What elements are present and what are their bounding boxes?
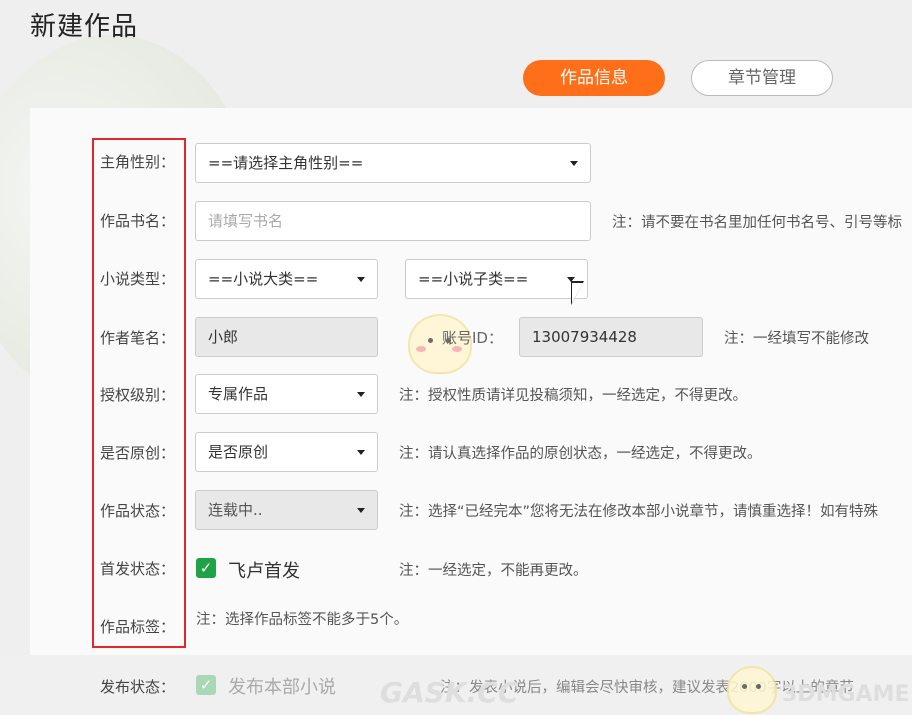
sub-category-value: ==小说子类== [418,270,529,288]
account-id-value: 13007934428 [532,328,637,346]
account-id-field: 13007934428 [519,317,703,357]
book-name-placeholder: 请填写书名 [208,212,284,230]
label-publish: 发布状态： [100,678,176,696]
license-value: 专属作品 [208,385,269,403]
book-name-input[interactable]: 请填写书名 [195,201,591,241]
book-name-note: 注：请不要在书名里加任何书名号、引号等标 [612,215,902,231]
page-title: 新建作品 [30,12,139,42]
mascot-eye [742,684,747,689]
main-category-value: ==小说大类== [208,270,319,288]
chevron-down-icon [357,277,365,282]
pen-name-field: 小郎 [195,317,378,357]
label-highlight-box [92,138,186,648]
watermark-logo: GASK.CC [380,676,519,709]
publish-label: 发布本部小说 [228,677,336,698]
first-publish-checkbox[interactable]: ✓ [196,558,216,578]
mascot-eye [428,338,433,343]
checkmark-icon: ✓ [199,559,213,577]
mascot-eye [756,684,761,689]
checkmark-icon: ✓ [199,676,213,694]
mouse-cursor-fill [572,283,583,303]
chevron-down-icon [570,161,578,166]
mascot-blush [416,346,426,352]
chevron-down-icon [357,392,365,397]
tab-work-info[interactable]: 作品信息 [523,60,665,96]
pen-name-note: 注：一经填写不能修改 [724,331,869,347]
original-select[interactable]: 是否原创 [195,432,378,472]
gender-select-value: ==请选择主角性别== [208,154,364,172]
watermark-logo: 3DMGAME [782,682,910,707]
publish-checkbox[interactable]: ✓ [196,675,216,695]
first-publish-label: 飞卢首发 [228,561,300,582]
pen-name-value: 小郎 [208,328,239,346]
sub-category-select[interactable]: ==小说子类== [405,259,588,299]
first-publish-note: 注：一经选定，不能再更改。 [399,563,588,579]
original-note: 注：请认真选择作品的原创状态，一经选定，不得更改。 [399,446,762,462]
status-select[interactable]: 连载中.. [195,490,378,530]
gender-select[interactable]: ==请选择主角性别== [195,143,591,183]
account-id-label: 账号ID： [442,329,503,347]
original-value: 是否原创 [208,443,269,461]
license-note: 注：授权性质请详见投稿须知，一经选定，不得更改。 [399,388,747,404]
main-category-select[interactable]: ==小说大类== [195,259,378,299]
status-value: 连载中.. [208,501,263,519]
chevron-down-icon [357,450,365,455]
tags-note: 注：选择作品标签不能多于5个。 [196,612,409,628]
tab-chapter-management[interactable]: 章节管理 [691,60,833,96]
license-select[interactable]: 专属作品 [195,374,378,414]
status-note: 注：选择“已经完本”您将无法在修改本部小说章节，请慎重选择！如有特殊 [399,504,879,520]
chevron-down-icon [357,508,365,513]
mascot-sticker [727,666,777,714]
